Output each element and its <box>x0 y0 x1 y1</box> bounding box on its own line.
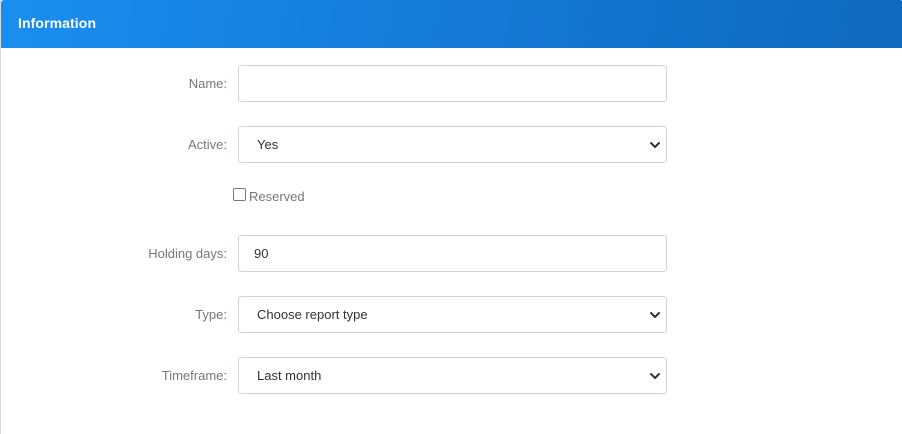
holding-days-input[interactable] <box>238 235 667 272</box>
information-panel: Information Name: Active: Yes Reserved H… <box>0 0 902 434</box>
chevron-down-icon <box>650 312 660 318</box>
reserved-checkbox[interactable] <box>233 188 246 201</box>
timeframe-label: Timeframe: <box>161 368 227 383</box>
panel-header: Information <box>1 0 902 48</box>
timeframe-select[interactable]: Last month <box>238 357 667 394</box>
active-select-value: Yes <box>257 137 279 152</box>
chevron-down-icon <box>650 373 660 379</box>
chevron-down-icon <box>650 142 660 148</box>
active-select[interactable]: Yes <box>238 126 667 163</box>
panel-title: Information <box>18 15 97 31</box>
type-label: Type: <box>195 307 227 322</box>
timeframe-select-value: Last month <box>257 368 322 383</box>
reserved-label[interactable]: Reserved <box>249 189 305 204</box>
type-select-value: Choose report type <box>257 307 368 322</box>
name-input[interactable] <box>238 65 667 102</box>
type-select[interactable]: Choose report type <box>238 296 667 333</box>
active-label: Active: <box>187 137 227 152</box>
holding-days-label: Holding days: <box>148 246 227 261</box>
name-label: Name: <box>188 76 227 91</box>
